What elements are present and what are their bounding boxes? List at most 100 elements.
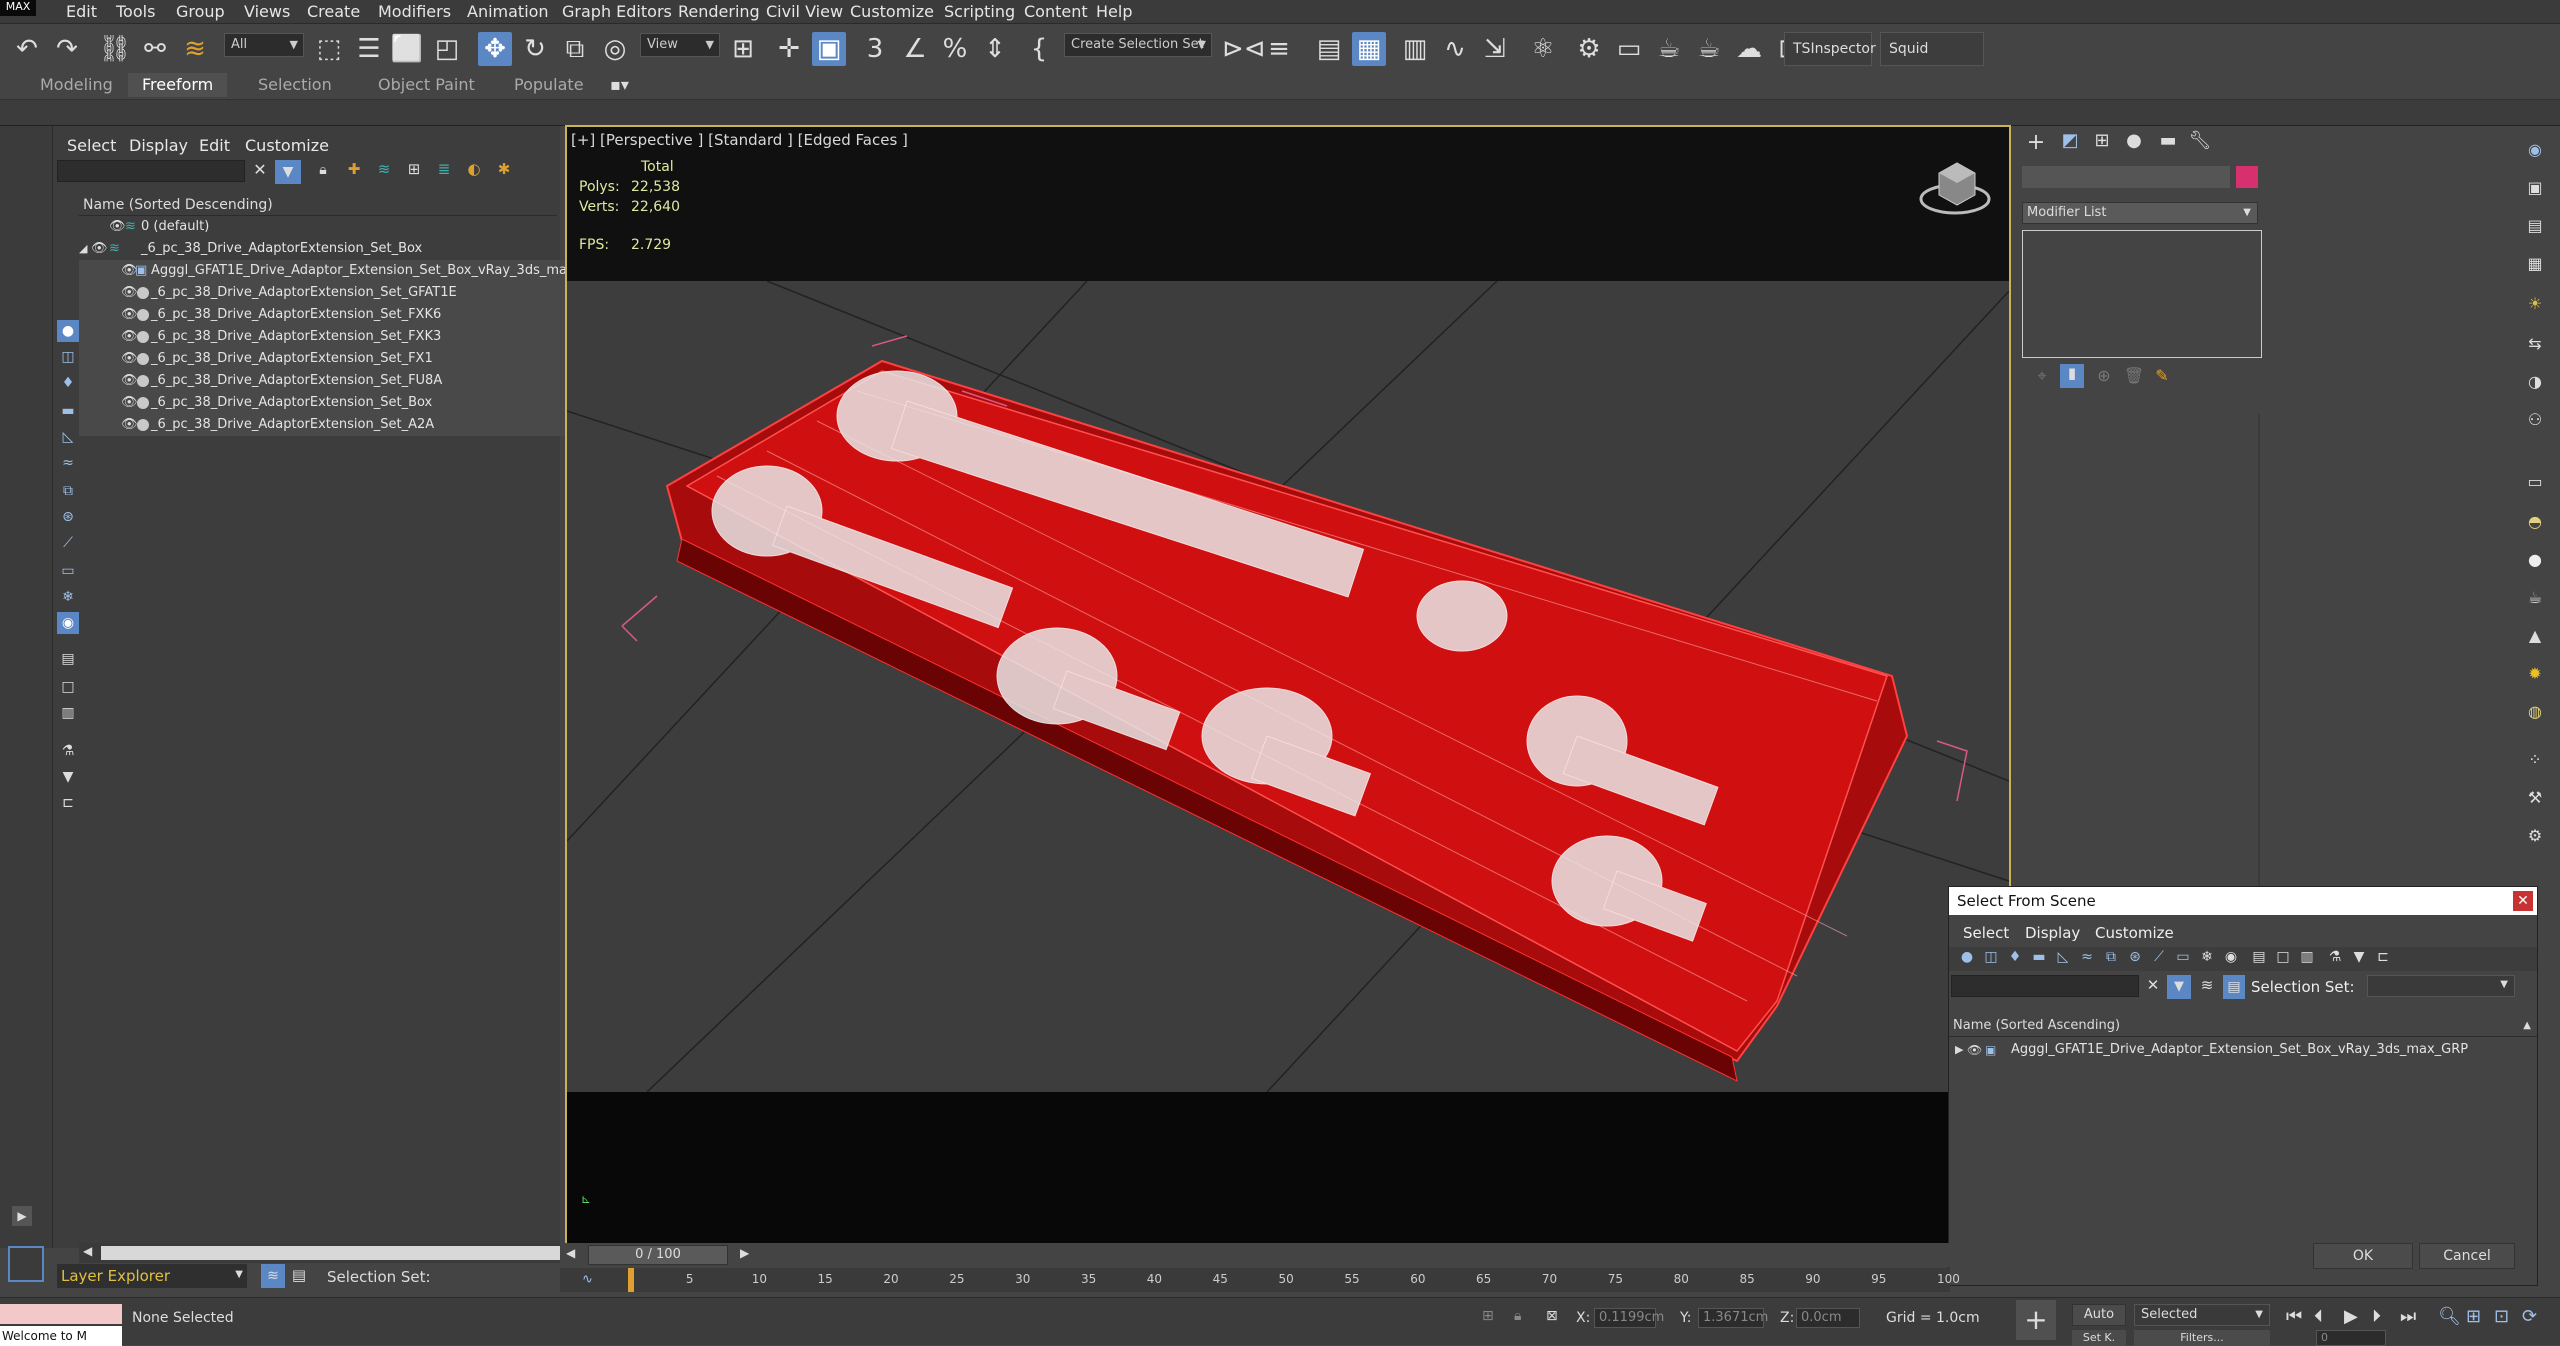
time-slider-thumb[interactable]: 0 / 100 [588,1245,728,1265]
angle-snap-icon[interactable]: ∠ [898,32,932,66]
selection-filter-dropdown[interactable]: All ▼ [224,33,304,57]
show-end-result-icon[interactable]: ▮ [2060,364,2084,388]
display-invert-icon[interactable]: ▥ [2297,949,2317,965]
schematic-view-icon[interactable]: ⇲ [1478,32,1512,66]
render-setup-icon[interactable]: ⚙ [1572,32,1606,66]
explorer-config-icon[interactable]: ⊏ [2373,949,2393,965]
curve-editor-icon[interactable]: ∿ [1438,32,1472,66]
sphere-icon[interactable]: ● [2522,550,2548,569]
create-tab-icon[interactable]: + [2022,130,2050,155]
x-coord-field[interactable]: 0.1199cm [1594,1308,1664,1328]
object-color-swatch[interactable] [2236,166,2258,188]
tree-row-object[interactable]: 👁︎ _6_pc_38_Drive_AdaptorExtension_Set_F… [79,348,609,370]
filter-helpers-icon[interactable]: ◺ [57,426,79,448]
filter-cameras-icon[interactable]: ▬ [57,400,79,422]
mirror-icon[interactable]: ⊳⊲ [1222,32,1266,66]
tree-row-object[interactable]: 👁︎ _6_pc_38_Drive_AdaptorExtension_Set_G… [79,282,609,304]
menu-create[interactable]: Create [307,2,360,21]
se-menu-select[interactable]: Select [67,136,116,155]
tree-row-layer-box[interactable]: ◢ 👁︎ ≋ _6_pc_38_Drive_AdaptorExtension_S… [79,238,609,260]
material-editor-icon[interactable]: ⚛ [1526,32,1560,66]
display-all-icon[interactable]: ▤ [2249,949,2269,965]
filter-spacewarps-icon[interactable]: ≈ [2077,949,2097,965]
isolate-icon[interactable]: ⊞ [1482,1308,1494,1324]
tab-object-paint[interactable]: Object Paint [378,75,475,94]
utilities-tab-icon[interactable]: 🔧︎ [2186,130,2214,151]
dialog-selection-set-dropdown[interactable]: ▼ [2367,975,2515,997]
scroll-left-icon[interactable]: ◀ [83,1244,92,1258]
menu-scripting[interactable]: Scripting [944,2,1015,21]
prev-frame-icon[interactable]: ◀ [566,1246,575,1260]
layers-icon[interactable]: ≋ [373,160,395,178]
align-icon[interactable]: ≡ [1262,32,1296,66]
layers-icon[interactable]: ≋ [2197,976,2217,994]
ref-coord-dropdown[interactable]: View ▼ [640,33,720,57]
viewport-label[interactable]: [+] [Perspective ] [Standard ] [Edged Fa… [571,131,908,149]
filter-geometry-icon[interactable]: ● [57,320,79,342]
layer-explorer-dropdown[interactable]: Layer Explorer ▼ [57,1264,247,1288]
tree-row-object[interactable]: 👁︎ _6_pc_38_Drive_AdaptorExtension_Set_F… [79,326,609,348]
particles-icon[interactable]: ⁘ [2522,750,2548,769]
tools-icon[interactable]: ⚙ [2522,826,2548,845]
dlg-menu-customize[interactable]: Customize [2095,924,2174,942]
add-to-layer-icon[interactable]: ⊞ [403,160,425,178]
zoom-icon[interactable]: 🔍︎ [2438,1306,2461,1327]
undo-icon[interactable]: ↶ [10,32,44,66]
tab-selection[interactable]: Selection [258,75,332,94]
filter-containers-icon[interactable]: ▭ [57,560,79,582]
se-column-header[interactable]: Name (Sorted Descending) [79,194,557,216]
display-none-icon[interactable]: □ [57,676,79,698]
app-logo[interactable]: MAX [0,0,36,16]
hierarchy-tab-icon[interactable]: ⊞ [2088,130,2116,151]
filter-xrefs-icon[interactable]: ⊛ [57,506,79,528]
filter-options-icon[interactable]: ▼ [2349,949,2369,965]
scroll-thumb[interactable] [101,1246,571,1260]
bind-spacewarp-icon[interactable]: ≋ [178,32,212,66]
maxscript-listener[interactable] [0,1304,122,1324]
menu-modifiers[interactable]: Modifiers [378,2,451,21]
menu-customize[interactable]: Customize [850,2,934,21]
panel-icon[interactable]: ◑ [2522,372,2548,391]
place-icon[interactable]: ◎ [598,32,632,66]
remove-modifier-icon[interactable]: 🗑︎ [2122,366,2146,385]
add-time-tag-icon[interactable]: + [2016,1300,2056,1340]
maxscript-output[interactable]: Welcome to M [0,1326,122,1346]
tsinspector-button[interactable]: TSInspector [1784,32,1876,66]
filter-bones-icon[interactable]: ⟋ [2149,949,2169,965]
play-icon[interactable]: ▶ [2344,1306,2358,1327]
filter-shapes-icon[interactable]: ◫ [57,346,79,368]
scene-explorer-icon[interactable]: ▥ [1398,32,1432,66]
next-frame-icon[interactable]: ▶ [740,1246,749,1260]
perspective-viewport[interactable]: [+] [Perspective ] [Standard ] [Edged Fa… [565,125,2011,1247]
ribbon-options-icon[interactable]: ▪▾ [610,75,629,94]
y-coord-field[interactable]: 1.3671cm [1698,1308,1768,1328]
percent-snap-icon[interactable]: % [938,32,972,66]
select-by-name-icon[interactable]: ☰ [352,32,386,66]
key-filter-dropdown[interactable]: Selected ▼ [2134,1304,2270,1326]
cone-icon[interactable]: ▲ [2522,626,2548,645]
se-hscrollbar[interactable]: ◀ ▶ [79,1243,609,1263]
ok-button[interactable]: OK [2313,1243,2413,1269]
modify-tab-icon[interactable]: ◩ [2056,130,2084,151]
squid-studio-button[interactable]: Squid Studio v [1880,32,1984,89]
select-manipulate-icon[interactable]: ✛ [772,32,806,66]
cancel-button[interactable]: Cancel [2419,1243,2515,1269]
filter-groups-icon[interactable]: ⧉ [2101,949,2121,965]
rect-region-icon[interactable]: ⬜ [390,32,424,66]
filter-spacewarps-icon[interactable]: ≈ [57,452,79,474]
filter-xrefs-icon[interactable]: ⊛ [2125,949,2145,965]
goto-start-icon[interactable]: ⏮ [2286,1306,2302,1327]
filter-helpers-icon[interactable]: ◺ [2053,949,2073,965]
explorer-config-icon[interactable]: ⊏ [57,792,79,814]
make-unique-icon[interactable]: ⊕ [2092,366,2116,385]
dialog-search-input[interactable] [1951,975,2139,997]
tree-row-group[interactable]: 👁︎ ▣ Agggl_GFAT1E_Drive_Adaptor_Extensio… [79,260,609,282]
menu-group[interactable]: Group [176,2,225,21]
se-menu-edit[interactable]: Edit [199,136,230,155]
modifier-list-dropdown[interactable]: Modifier List ▼ [2022,202,2258,224]
toggle-ribbon-icon[interactable]: ▦ [1352,32,1386,66]
tab-populate[interactable]: Populate [514,75,584,94]
panel-icon[interactable]: ⚇ [2522,410,2548,429]
filter-bones-icon[interactable]: ⟋ [57,532,79,554]
filter-geometry-icon[interactable]: ● [1957,949,1977,965]
